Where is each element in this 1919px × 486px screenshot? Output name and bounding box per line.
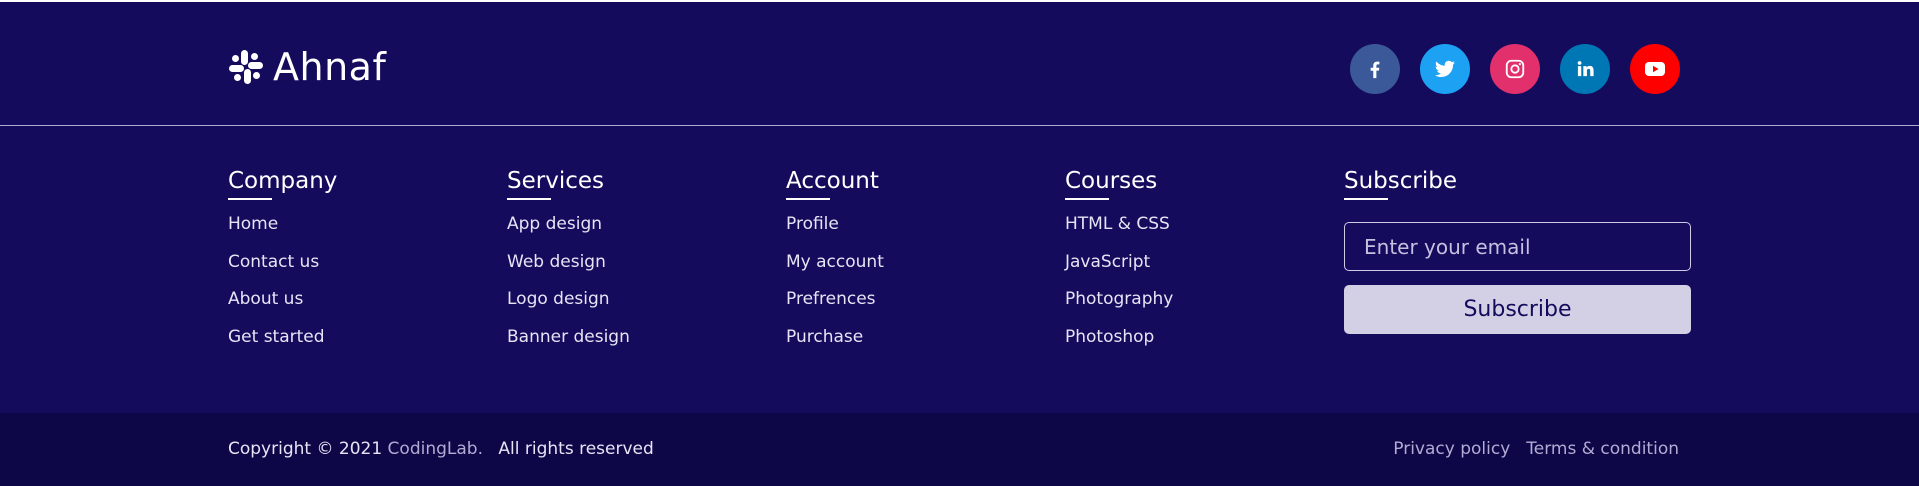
footer-link[interactable]: Purchase <box>786 327 884 365</box>
column-title: Company <box>228 168 337 200</box>
column-links: Home Contact us About us Get started <box>228 214 337 364</box>
footer-link[interactable]: Profile <box>786 214 884 252</box>
facebook-icon <box>1364 58 1386 80</box>
footer-column-courses: Courses HTML & CSS JavaScript Photograph… <box>1065 168 1173 364</box>
footer-link[interactable]: Web design <box>507 252 630 290</box>
column-title: Services <box>507 168 630 200</box>
footer-link[interactable]: Prefrences <box>786 289 884 327</box>
site-footer: Ahnaf Company Home Contact us About us G… <box>0 2 1919 486</box>
linkedin-button[interactable] <box>1560 44 1610 94</box>
twitter-icon <box>1433 57 1457 81</box>
slack-logo-icon <box>228 49 264 85</box>
footer-link[interactable]: JavaScript <box>1065 252 1173 290</box>
footer-column-account: Account Profile My account Prefrences Pu… <box>786 168 884 364</box>
column-title: Account <box>786 168 884 200</box>
youtube-icon <box>1643 57 1667 81</box>
copyright-prefix: Copyright © 2021 <box>228 439 383 459</box>
footer-link[interactable]: HTML & CSS <box>1065 214 1173 252</box>
footer-column-services: Services App design Web design Logo desi… <box>507 168 630 364</box>
social-links <box>1350 44 1680 94</box>
footer-link[interactable]: Get started <box>228 327 337 365</box>
footer-link[interactable]: Photoshop <box>1065 327 1173 365</box>
column-links: Profile My account Prefrences Purchase <box>786 214 884 364</box>
codinglab-link[interactable]: CodingLab. <box>388 439 483 459</box>
footer-link[interactable]: Photography <box>1065 289 1173 327</box>
column-title: Courses <box>1065 168 1173 200</box>
linkedin-icon <box>1575 59 1595 79</box>
email-input[interactable] <box>1344 222 1691 271</box>
column-links: HTML & CSS JavaScript Photography Photos… <box>1065 214 1173 364</box>
column-links: App design Web design Logo design Banner… <box>507 214 630 364</box>
rights-text: All rights reserved <box>498 439 654 459</box>
twitter-button[interactable] <box>1420 44 1470 94</box>
footer-link[interactable]: About us <box>228 289 337 327</box>
footer-link[interactable]: Banner design <box>507 327 630 365</box>
privacy-policy-link[interactable]: Privacy policy <box>1393 439 1510 459</box>
column-title: Subscribe <box>1344 168 1691 200</box>
footer-link[interactable]: Home <box>228 214 337 252</box>
facebook-button[interactable] <box>1350 44 1400 94</box>
footer-link[interactable]: Contact us <box>228 252 337 290</box>
terms-link[interactable]: Terms & condition <box>1526 439 1679 459</box>
footer-column-subscribe: Subscribe Subscribe <box>1344 168 1691 334</box>
instagram-button[interactable] <box>1490 44 1540 94</box>
footer-link[interactable]: Logo design <box>507 289 630 327</box>
instagram-icon <box>1504 58 1526 80</box>
footer-bottom-bar: Copyright © 2021 CodingLab. All rights r… <box>0 413 1919 486</box>
footer-link[interactable]: App design <box>507 214 630 252</box>
copyright-text: Copyright © 2021 CodingLab. All rights r… <box>228 439 654 459</box>
footer-top-row: Ahnaf <box>0 2 1919 126</box>
footer-column-company: Company Home Contact us About us Get sta… <box>228 168 337 364</box>
brand-name: Ahnaf <box>273 45 387 89</box>
brand-logo[interactable]: Ahnaf <box>228 45 386 89</box>
youtube-button[interactable] <box>1630 44 1680 94</box>
subscribe-button[interactable]: Subscribe <box>1344 285 1691 334</box>
footer-link[interactable]: My account <box>786 252 884 290</box>
legal-links: Privacy policy Terms & condition <box>1393 439 1679 459</box>
